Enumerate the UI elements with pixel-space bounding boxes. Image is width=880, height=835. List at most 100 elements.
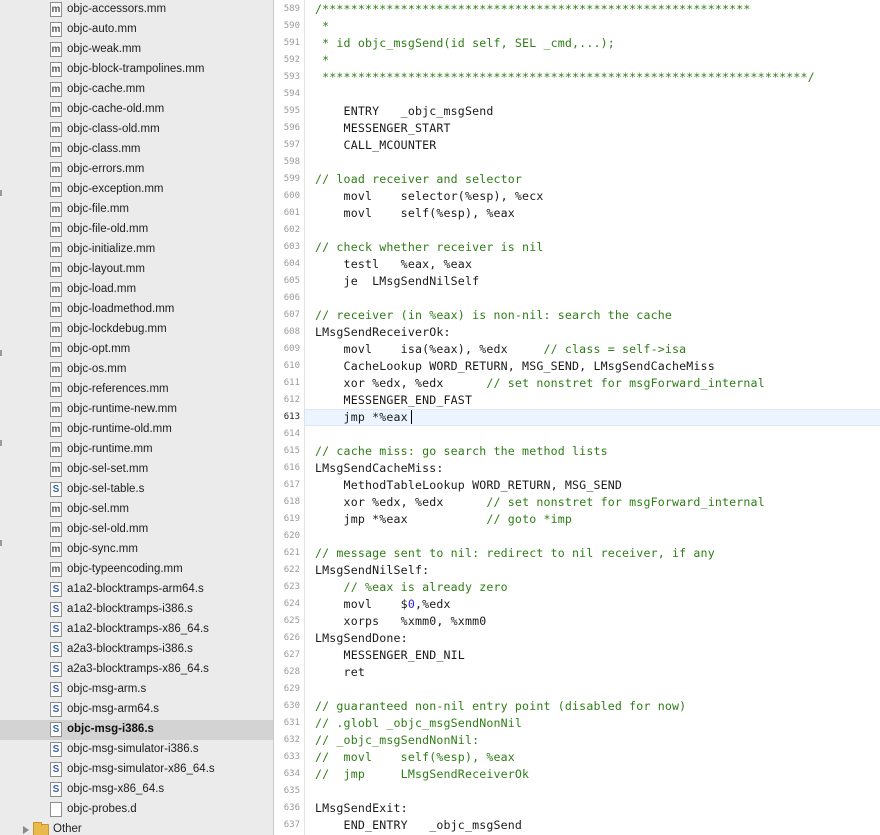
- file-row[interactable]: m objc-load.mm: [0, 280, 273, 300]
- code-text: // movl self(%esp), %eax: [315, 750, 515, 764]
- file-row[interactable]: Sa2a3-blocktramps-x86_64.s: [0, 660, 273, 680]
- line-number: 609: [283, 344, 300, 354]
- line-number: 608: [283, 327, 300, 337]
- code-text: MESSENGER_END_NIL: [315, 648, 465, 662]
- file-name: a2a3-blocktramps-i386.s: [67, 643, 193, 655]
- code-line: // load receiver and selector: [315, 172, 522, 186]
- file-name: objc-msg-simulator-i386.s: [67, 743, 199, 755]
- disclosure-triangle-icon[interactable]: [23, 826, 29, 834]
- line-number: 605: [283, 276, 300, 286]
- line-number: 611: [283, 378, 300, 388]
- code-line: movl isa(%eax), %edx // class = self->is…: [315, 342, 687, 356]
- s-assembly-file-icon: S: [50, 782, 62, 797]
- code-text: LMsgSendDone:: [315, 631, 408, 645]
- file-row[interactable]: Sobjc-msg-arm.s: [0, 680, 273, 700]
- m-source-file-icon: m: [50, 162, 62, 177]
- code-text: // cache miss: go search the method list…: [315, 444, 608, 458]
- code-line: movl selector(%esp), %ecx: [315, 189, 544, 203]
- file-row[interactable]: m objc-references.mm: [0, 380, 273, 400]
- file-row[interactable]: m objc-class.mm: [0, 140, 273, 160]
- file-row[interactable]: m objc-sel-old.mm: [0, 520, 273, 540]
- file-row[interactable]: m objc-layout.mm: [0, 260, 273, 280]
- m-source-file-icon: m: [50, 502, 62, 517]
- file-row[interactable]: m objc-class-old.mm: [0, 120, 273, 140]
- file-row[interactable]: m objc-loadmethod.mm: [0, 300, 273, 320]
- file-row[interactable]: m objc-lockdebug.mm: [0, 320, 273, 340]
- line-number: 595: [283, 106, 300, 116]
- m-source-file-icon: m: [50, 22, 62, 37]
- m-source-file-icon: m: [50, 422, 62, 437]
- file-row[interactable]: m objc-block-trampolines.mm: [0, 60, 273, 80]
- file-name: objc-file.mm: [67, 203, 129, 215]
- file-row[interactable]: Sobjc-msg-i386.s: [0, 720, 273, 740]
- m-source-file-icon: m: [50, 382, 62, 397]
- file-row[interactable]: m objc-runtime-new.mm: [0, 400, 273, 420]
- m-source-file-icon: m: [50, 2, 62, 17]
- line-number: 636: [283, 803, 300, 813]
- m-source-file-icon: m: [50, 122, 62, 137]
- file-row[interactable]: m objc-accessors.mm: [0, 0, 273, 20]
- code-text: *: [315, 53, 330, 67]
- file-name: objc-weak.mm: [67, 43, 142, 55]
- file-row[interactable]: m objc-initialize.mm: [0, 240, 273, 260]
- file-name: a1a2-blocktramps-arm64.s: [67, 583, 204, 595]
- file-row[interactable]: m objc-sync.mm: [0, 540, 273, 560]
- file-row[interactable]: m objc-cache-old.mm: [0, 100, 273, 120]
- file-row[interactable]: m objc-cache.mm: [0, 80, 273, 100]
- file-row[interactable]: Sobjc-msg-simulator-x86_64.s: [0, 760, 273, 780]
- group-row-other[interactable]: Other: [0, 820, 273, 835]
- code-text: movl isa(%eax), %edx: [315, 342, 508, 356]
- code-line: xor %edx, %edx // set nonstret for msgFo…: [315, 376, 765, 390]
- file-name: objc-typeencoding.mm: [67, 563, 183, 575]
- file-row[interactable]: m objc-opt.mm: [0, 340, 273, 360]
- group-name: Other: [53, 823, 82, 835]
- file-name: objc-msg-simulator-x86_64.s: [67, 763, 215, 775]
- file-row[interactable]: Sobjc-sel-table.s: [0, 480, 273, 500]
- file-row[interactable]: Sa1a2-blocktramps-arm64.s: [0, 580, 273, 600]
- file-row[interactable]: m objc-auto.mm: [0, 20, 273, 40]
- code-line: LMsgSendDone:: [315, 631, 408, 645]
- line-number: 637: [283, 820, 300, 830]
- file-row[interactable]: Sobjc-msg-simulator-i386.s: [0, 740, 273, 760]
- line-number: 597: [283, 140, 300, 150]
- file-row[interactable]: m objc-typeencoding.mm: [0, 560, 273, 580]
- file-row[interactable]: m objc-exception.mm: [0, 180, 273, 200]
- file-row[interactable]: m objc-sel.mm: [0, 500, 273, 520]
- line-number: 604: [283, 259, 300, 269]
- file-row[interactable]: m objc-errors.mm: [0, 160, 273, 180]
- file-name: objc-msg-i386.s: [67, 723, 154, 735]
- code-line: // receiver (in %eax) is non-nil: search…: [315, 308, 672, 322]
- code-text: *: [315, 19, 330, 33]
- line-number: 594: [283, 89, 300, 99]
- file-row[interactable]: m objc-runtime.mm: [0, 440, 273, 460]
- inline-comment: // class = self->isa: [507, 342, 687, 356]
- m-source-file-icon: m: [50, 242, 62, 257]
- code-text: LMsgSendExit:: [315, 801, 408, 815]
- file-row[interactable]: m objc-os.mm: [0, 360, 273, 380]
- code-text: MESSENGER_START: [315, 121, 451, 135]
- file-name: objc-sel.mm: [67, 503, 129, 515]
- file-row[interactable]: m objc-weak.mm: [0, 40, 273, 60]
- file-row[interactable]: Sobjc-msg-x86_64.s: [0, 780, 273, 800]
- file-row[interactable]: Sa1a2-blocktramps-x86_64.s: [0, 620, 273, 640]
- file-row[interactable]: m objc-file-old.mm: [0, 220, 273, 240]
- code-line: testl %eax, %eax: [315, 257, 472, 271]
- m-source-file-icon: m: [50, 462, 62, 477]
- line-number: 619: [283, 514, 300, 524]
- file-row[interactable]: m objc-sel-set.mm: [0, 460, 273, 480]
- file-row[interactable]: m objc-file.mm: [0, 200, 273, 220]
- code-text: movl selector(%esp), %ecx: [315, 189, 544, 203]
- file-row[interactable]: Sobjc-msg-arm64.s: [0, 700, 273, 720]
- file-row[interactable]: m objc-runtime-old.mm: [0, 420, 273, 440]
- file-row[interactable]: objc-probes.d: [0, 800, 273, 820]
- file-row[interactable]: Sa1a2-blocktramps-i386.s: [0, 600, 273, 620]
- code-text: MESSENGER_END_FAST: [315, 393, 473, 407]
- code-line: // check whether receiver is nil: [315, 240, 543, 254]
- file-name: objc-initialize.mm: [67, 243, 156, 255]
- file-name: a1a2-blocktramps-i386.s: [67, 603, 193, 615]
- code-line: // movl self(%esp), %eax: [315, 750, 515, 764]
- code-text: jmp *%eax: [315, 512, 408, 526]
- code-editor[interactable]: 589 590 591 592 593 594 595 596 597 598 599 600 601 6…: [274, 0, 880, 835]
- file-row[interactable]: Sa2a3-blocktramps-i386.s: [0, 640, 273, 660]
- line-number: 626: [283, 633, 300, 643]
